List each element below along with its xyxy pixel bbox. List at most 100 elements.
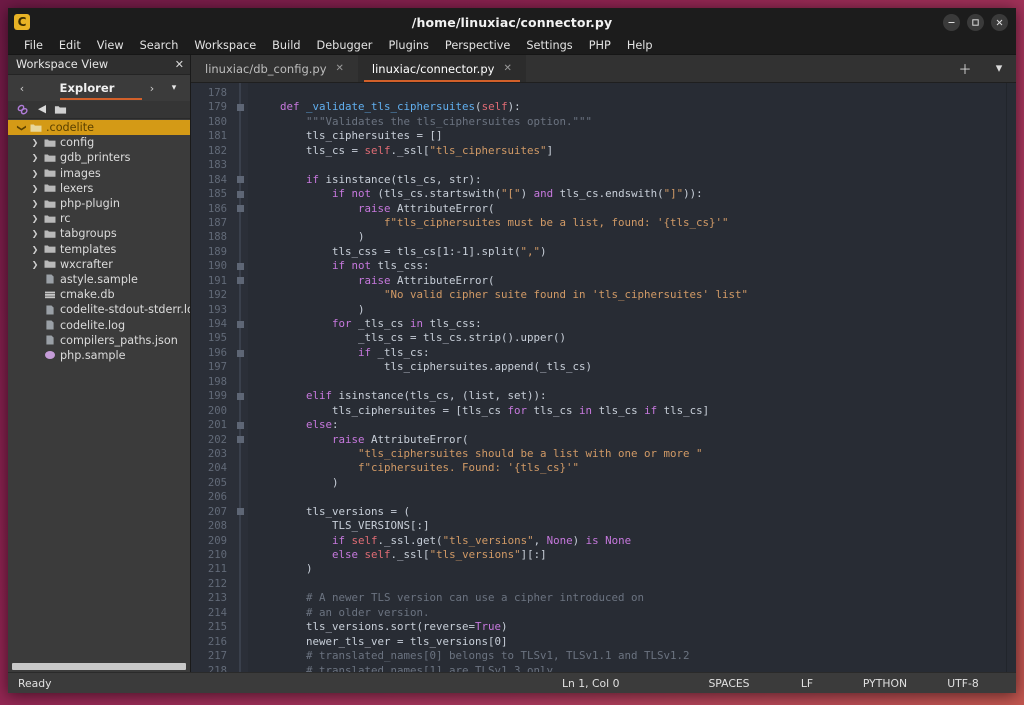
tree-item[interactable]: ❯ wxcrafter <box>8 257 190 272</box>
code-line[interactable]: def _validate_tls_ciphersuites(self): <box>254 100 1006 114</box>
fold-margin[interactable] <box>232 83 248 672</box>
tree-item[interactable]: astyle.sample <box>8 272 190 287</box>
code-line[interactable]: if not (tls_cs.startswith("[") and tls_c… <box>254 187 1006 201</box>
tree-item[interactable]: ❯ templates <box>8 242 190 257</box>
code-line[interactable]: raise AttributeError( <box>254 274 1006 288</box>
tree-item[interactable]: ❯ tabgroups <box>8 226 190 241</box>
minimize-button[interactable] <box>943 13 960 31</box>
code-line[interactable]: tls_css = tls_cs[1:-1].split(",") <box>254 245 1006 259</box>
tree-item[interactable]: ❯ lexers <box>8 181 190 196</box>
tree-item[interactable]: ❯ gdb_printers <box>8 150 190 165</box>
fold-box-icon[interactable] <box>236 436 244 444</box>
indent-mode[interactable]: SPACES <box>690 677 768 690</box>
tree-item[interactable]: php.sample <box>8 348 190 363</box>
scrollbar-thumb[interactable] <box>12 663 186 670</box>
fold-toggle-icon[interactable] <box>232 346 248 360</box>
code-line[interactable] <box>254 577 1006 591</box>
fold-box-icon[interactable] <box>236 320 244 328</box>
fold-toggle-icon[interactable] <box>232 317 248 331</box>
fold-toggle-icon[interactable] <box>232 259 248 273</box>
menu-item-plugins[interactable]: Plugins <box>380 38 436 53</box>
chevron-right-icon[interactable]: ❯ <box>28 138 42 147</box>
menu-item-view[interactable]: View <box>89 38 132 53</box>
code-line[interactable]: "No valid cipher suite found in 'tls_cip… <box>254 288 1006 302</box>
editor-tab[interactable]: linuxiac/db_config.py ✕ <box>191 55 358 82</box>
link-icon[interactable] <box>16 103 29 116</box>
chevron-down-icon[interactable]: ❯ <box>16 121 26 135</box>
chevron-down-icon[interactable]: ▾ <box>162 83 186 93</box>
close-icon[interactable]: ✕ <box>336 63 344 74</box>
code-line[interactable]: else: <box>254 418 1006 432</box>
close-icon[interactable]: ✕ <box>503 63 511 74</box>
menu-item-workspace[interactable]: Workspace <box>186 38 264 53</box>
chevron-right-icon[interactable]: ❯ <box>28 214 42 223</box>
code-line[interactable]: newer_tls_ver = tls_versions[0] <box>254 635 1006 649</box>
fold-box-icon[interactable] <box>236 392 244 400</box>
folder-icon[interactable] <box>54 103 67 116</box>
fold-box-icon[interactable] <box>236 349 244 357</box>
code-line[interactable]: tls_cs = self._ssl["tls_ciphersuites"] <box>254 144 1006 158</box>
code-line[interactable]: "tls_ciphersuites should be a list with … <box>254 447 1006 461</box>
explorer-tab[interactable]: Explorer <box>32 81 142 95</box>
encoding[interactable]: UTF-8 <box>924 677 1002 690</box>
code-line[interactable]: ) <box>254 303 1006 317</box>
code-line[interactable] <box>254 158 1006 172</box>
code-line[interactable]: tls_ciphersuites.append(_tls_cs) <box>254 360 1006 374</box>
fold-toggle-icon[interactable] <box>232 433 248 447</box>
menu-item-build[interactable]: Build <box>264 38 308 53</box>
fold-toggle-icon[interactable] <box>232 389 248 403</box>
code-line[interactable]: # an older version. <box>254 606 1006 620</box>
tree-item[interactable]: cmake.db <box>8 287 190 302</box>
chevron-left-icon[interactable]: ‹ <box>12 82 32 95</box>
tree-item[interactable]: compilers_paths.json <box>8 333 190 348</box>
menu-item-debugger[interactable]: Debugger <box>309 38 381 53</box>
menu-item-search[interactable]: Search <box>132 38 187 53</box>
fold-toggle-icon[interactable] <box>232 274 248 288</box>
tree-item[interactable]: ❯ config <box>8 135 190 150</box>
tree-item[interactable]: ❯ images <box>8 166 190 181</box>
fold-toggle-icon[interactable] <box>232 187 248 201</box>
code-line[interactable] <box>254 375 1006 389</box>
new-tab-button[interactable]: ＋ <box>948 55 982 82</box>
menu-item-settings[interactable]: Settings <box>518 38 580 53</box>
code-line[interactable]: if self._ssl.get("tls_versions", None) i… <box>254 534 1006 548</box>
editor-vertical-scrollbar[interactable] <box>1006 83 1016 672</box>
code-line[interactable]: TLS_VERSIONS[:] <box>254 519 1006 533</box>
chevron-right-icon[interactable]: ❯ <box>28 184 42 193</box>
menu-item-help[interactable]: Help <box>619 38 661 53</box>
code-line[interactable]: f"ciphersuites. Found: '{tls_cs}'" <box>254 461 1006 475</box>
code-line[interactable]: tls_ciphersuites = [tls_cs for tls_cs in… <box>254 404 1006 418</box>
code-line[interactable]: f"tls_ciphersuites must be a list, found… <box>254 216 1006 230</box>
fold-box-icon[interactable] <box>236 421 244 429</box>
fold-toggle-icon[interactable] <box>232 418 248 432</box>
fold-toggle-icon[interactable] <box>232 505 248 519</box>
tab-list-button[interactable]: ▾ <box>982 55 1016 82</box>
code-line[interactable]: for _tls_cs in tls_css: <box>254 317 1006 331</box>
chevron-right-icon[interactable]: ❯ <box>28 199 42 208</box>
tree-item[interactable]: ❯ php-plugin <box>8 196 190 211</box>
fold-box-icon[interactable] <box>236 190 244 198</box>
line-ending[interactable]: LF <box>768 677 846 690</box>
close-icon[interactable]: ✕ <box>175 59 184 70</box>
code-text[interactable]: def _validate_tls_ciphersuites(self): ""… <box>248 83 1006 672</box>
chevron-right-icon[interactable]: ❯ <box>28 153 42 162</box>
menu-item-perspective[interactable]: Perspective <box>437 38 518 53</box>
menu-item-edit[interactable]: Edit <box>51 38 89 53</box>
code-line[interactable]: tls_versions.sort(reverse=True) <box>254 620 1006 634</box>
code-line[interactable]: raise AttributeError( <box>254 202 1006 216</box>
tree-item[interactable]: codelite.log <box>8 317 190 332</box>
code-line[interactable]: elif isinstance(tls_cs, (list, set)): <box>254 389 1006 403</box>
chevron-right-icon[interactable]: ❯ <box>28 169 42 178</box>
code-line[interactable]: _tls_cs = tls_cs.strip().upper() <box>254 331 1006 345</box>
code-line[interactable]: tls_versions = ( <box>254 505 1006 519</box>
code-line[interactable]: ) <box>254 476 1006 490</box>
code-line[interactable]: ) <box>254 562 1006 576</box>
code-line[interactable] <box>254 490 1006 504</box>
sidebar-horizontal-scrollbar[interactable] <box>8 661 190 672</box>
fold-box-icon[interactable] <box>236 104 244 112</box>
fold-toggle-icon[interactable] <box>232 202 248 216</box>
fold-box-icon[interactable] <box>236 176 244 184</box>
chevron-right-icon[interactable]: ❯ <box>28 229 42 238</box>
fold-box-icon[interactable] <box>236 277 244 285</box>
fold-box-icon[interactable] <box>236 508 244 516</box>
